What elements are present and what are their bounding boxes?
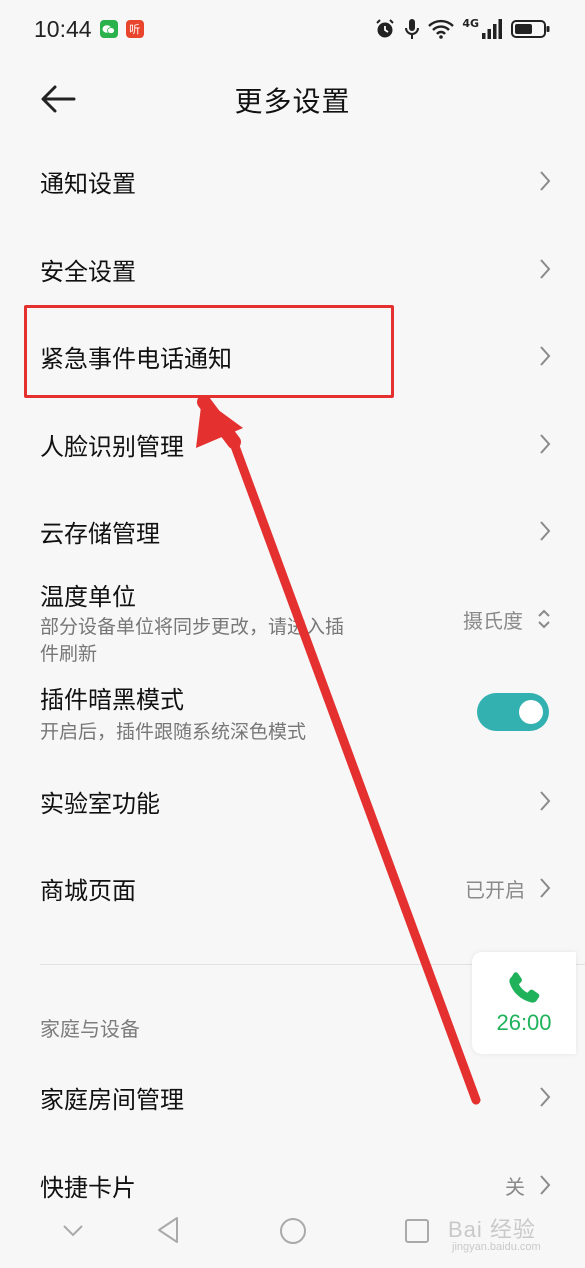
nav-home-icon[interactable] [279, 1217, 307, 1245]
settings-row-security[interactable]: 安全设置 [0, 232, 585, 306]
settings-row-temperature-unit[interactable]: 温度单位 部分设备单位将同步更改，请进入插 件刷新 摄氏度 [0, 576, 585, 668]
settings-row-notification[interactable]: 通知设置 [0, 144, 585, 218]
chevron-up-down-icon [538, 609, 550, 629]
chevron-right-icon [540, 1175, 551, 1195]
phone-icon [509, 972, 540, 1003]
nav-recents-icon[interactable] [404, 1218, 430, 1244]
chevron-right-icon [540, 434, 551, 454]
nav-hide-icon[interactable] [62, 1224, 84, 1238]
battery-icon [511, 20, 550, 38]
row-label: 紧急事件电话通知 [40, 344, 232, 373]
alarm-icon [376, 19, 395, 38]
network-type: 4G [462, 16, 479, 30]
settings-row-mall-page[interactable]: 商城页面 已开启 [0, 851, 585, 925]
row-description: 开启后，插件跟随系统深色模式 [40, 721, 307, 743]
chevron-right-icon [540, 1087, 551, 1107]
floating-call-widget[interactable]: 26:00 [472, 952, 576, 1054]
chevron-right-icon [540, 171, 551, 191]
row-label: 快捷卡片 [40, 1173, 136, 1202]
row-label: 安全设置 [40, 257, 136, 286]
baidu-watermark: Bai 经验 [448, 1217, 536, 1242]
quick-cards-value: 关 [505, 1174, 525, 1199]
toggle-knob [519, 700, 543, 724]
status-bar: 10:44 听 4G [0, 0, 585, 58]
row-text-group: 插件暗黑模式 开启后，插件跟随系统深色模式 [40, 680, 306, 746]
row-description-continued: 件刷新 [40, 642, 98, 665]
settings-row-room-management[interactable]: 家庭房间管理 [0, 1060, 585, 1134]
chevron-right-icon [540, 521, 551, 541]
nav-back-icon[interactable] [156, 1216, 180, 1244]
call-duration: 26:00 [496, 1010, 552, 1035]
baidu-watermark-url: jingyan.baidu.com [452, 1241, 541, 1253]
status-icons: 4G [374, 16, 551, 40]
status-time: 10:44 [34, 15, 92, 42]
row-text-group: 温度单位 部分设备单位将同步更改，请进入插 件刷新 [40, 577, 344, 668]
signal-icon [482, 19, 502, 39]
chevron-right-icon [540, 878, 551, 898]
row-label: 商城页面 [40, 876, 136, 905]
row-label: 人脸识别管理 [40, 432, 184, 461]
row-label: 家庭房间管理 [40, 1085, 184, 1114]
listen-app-icon: 听 [125, 20, 144, 38]
chevron-right-icon [540, 791, 551, 811]
row-label: 温度单位 [40, 582, 136, 611]
row-label: 云存储管理 [40, 519, 160, 548]
mall-page-value: 已开启 [465, 877, 525, 902]
settings-row-emergency-call[interactable]: 紧急事件电话通知 [0, 319, 585, 393]
settings-row-lab-features[interactable]: 实验室功能 [0, 764, 585, 838]
chevron-right-icon [540, 346, 551, 366]
wechat-icon [99, 20, 118, 38]
header: 更多设置 [0, 58, 585, 142]
settings-row-face-recognition[interactable]: 人脸识别管理 [0, 407, 585, 481]
settings-row-cloud-storage[interactable]: 云存储管理 [0, 494, 585, 568]
microphone-icon [405, 19, 420, 39]
row-description: 部分设备单位将同步更改，请进入插 [40, 615, 345, 638]
row-label: 插件暗黑模式 [40, 686, 184, 714]
chevron-right-icon [540, 259, 551, 279]
page-title: 更多设置 [234, 85, 351, 118]
wifi-icon [428, 19, 455, 39]
temperature-unit-value: 摄氏度 [463, 608, 523, 633]
section-header-home-devices: 家庭与设备 [40, 1017, 140, 1041]
row-label: 实验室功能 [40, 789, 160, 818]
plugin-dark-mode-toggle[interactable] [477, 693, 549, 731]
row-label: 通知设置 [40, 169, 136, 198]
